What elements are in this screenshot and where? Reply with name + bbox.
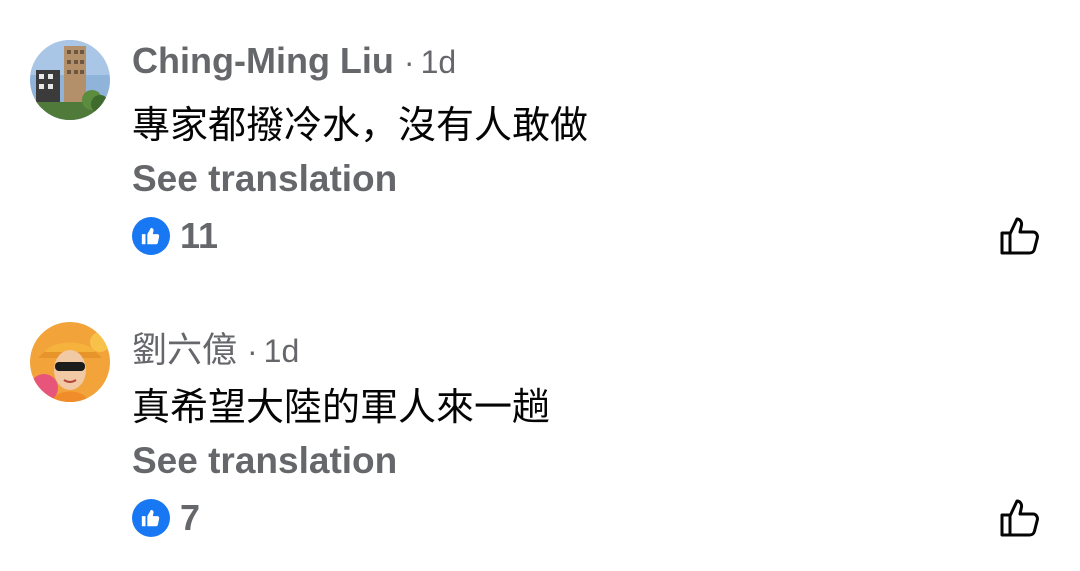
like-reaction-icon: [132, 217, 170, 255]
comment-header: 劉六億 · 1d: [132, 322, 300, 373]
reaction-summary[interactable]: 11: [132, 215, 219, 256]
timestamp[interactable]: 1d: [421, 44, 457, 81]
author-name[interactable]: Ching-Ming Liu: [132, 40, 394, 82]
building-photo-icon: [30, 40, 110, 120]
separator-dot: ·: [247, 333, 258, 369]
reaction-summary[interactable]: 7: [132, 497, 201, 538]
reaction-count: 7: [180, 497, 201, 538]
avatar[interactable]: [30, 322, 110, 402]
timestamp[interactable]: 1d: [264, 333, 300, 370]
comment-item: Ching-Ming Liu · 1d 專家都撥冷水，沒有人敢做 See tra…: [0, 0, 1080, 280]
like-reaction-icon: [132, 499, 170, 537]
separator-dot: ·: [403, 44, 415, 80]
like-button[interactable]: [998, 496, 1042, 540]
comment-header: Ching-Ming Liu · 1d: [132, 40, 456, 88]
comment-text: 真希望大陸的軍人來一趟: [132, 385, 551, 429]
comment-text: 專家都撥冷水，沒有人敢做: [132, 103, 589, 147]
author-name[interactable]: 劉六億: [132, 322, 237, 373]
reaction-count: 11: [180, 215, 219, 256]
see-translation-link[interactable]: See translation: [132, 440, 397, 482]
avatar[interactable]: [30, 40, 110, 120]
see-translation-link[interactable]: See translation: [132, 158, 397, 200]
thumbs-up-outline-icon: [1000, 217, 1039, 255]
thumbs-up-outline-icon: [1000, 499, 1039, 537]
like-button[interactable]: [998, 214, 1042, 258]
person-photo-icon: [30, 322, 110, 402]
comment-item: 劉六億 · 1d 真希望大陸的軍人來一趟 See translation 7: [0, 282, 1080, 562]
